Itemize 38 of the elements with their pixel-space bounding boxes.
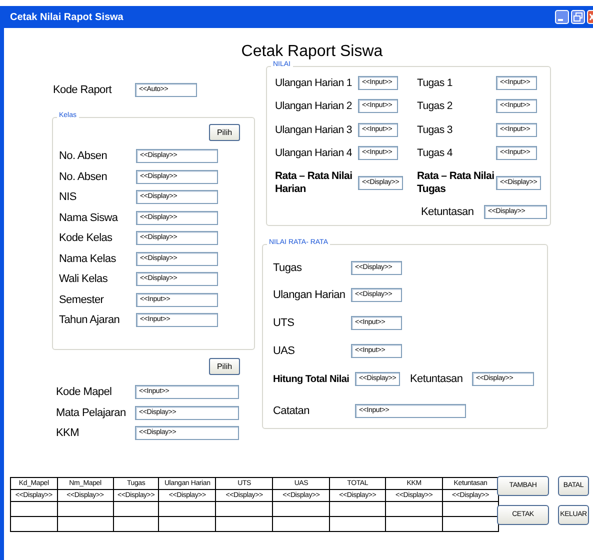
field-label: Ulangan Harian 2 <box>275 100 353 112</box>
pilih-button[interactable]: Pilih <box>209 124 240 141</box>
field-label: Catatan <box>273 405 310 417</box>
field-label: Semester <box>59 294 105 306</box>
minimize-icon[interactable] <box>555 10 569 24</box>
field-label: Nama Siswa <box>59 212 119 224</box>
field-label: Rata – Rata Nilai Harian <box>275 170 354 196</box>
field-label: UAS <box>273 345 296 357</box>
field-label: Kode Raport <box>53 84 113 96</box>
field-label: UTS <box>273 317 296 329</box>
field-label: Ulangan Harian 1 <box>275 76 353 89</box>
pilih-button[interactable]: Pilih <box>209 358 240 375</box>
field-label: Wali Kelas <box>59 273 109 286</box>
field-label: Tugas 2 <box>416 100 454 112</box>
field-label: Rata – Rata Nilai Tugas <box>416 170 496 196</box>
field-label: Kode Kelas <box>59 232 114 244</box>
field-label: Ketuntasan <box>410 373 464 385</box>
field-label: Kode Mapel <box>56 386 113 398</box>
field-label: Ulangan Harian <box>273 289 346 301</box>
field-label: Ketuntasan <box>421 206 475 218</box>
field-label: Nama Kelas <box>59 252 117 265</box>
field-label: Mata Pelajaran <box>56 406 127 419</box>
field-label: Tahun Ajaran <box>59 314 121 326</box>
field-label: Tugas 1 <box>416 76 454 89</box>
field-label: Ulangan Harian 3 <box>275 124 353 136</box>
field-label: Tugas 4 <box>416 147 454 160</box>
field-label: NIS <box>59 191 78 204</box>
field-label: No. Absen <box>59 170 108 183</box>
field-label: KKM <box>56 427 80 440</box>
field-label: No. Absen <box>59 150 108 162</box>
field-label: Tugas <box>273 262 303 274</box>
close-icon[interactable] <box>587 10 593 24</box>
restore-icon[interactable] <box>571 10 585 24</box>
form-title: Cetak Raport Siswa <box>240 42 384 61</box>
window-title: Cetak Nilai Rapot Siswa <box>10 12 124 22</box>
field-label: Hitung Total Nilai <box>273 374 350 384</box>
field-label: Tugas 3 <box>416 124 454 136</box>
field-label: Ulangan Harian 4 <box>275 147 353 160</box>
